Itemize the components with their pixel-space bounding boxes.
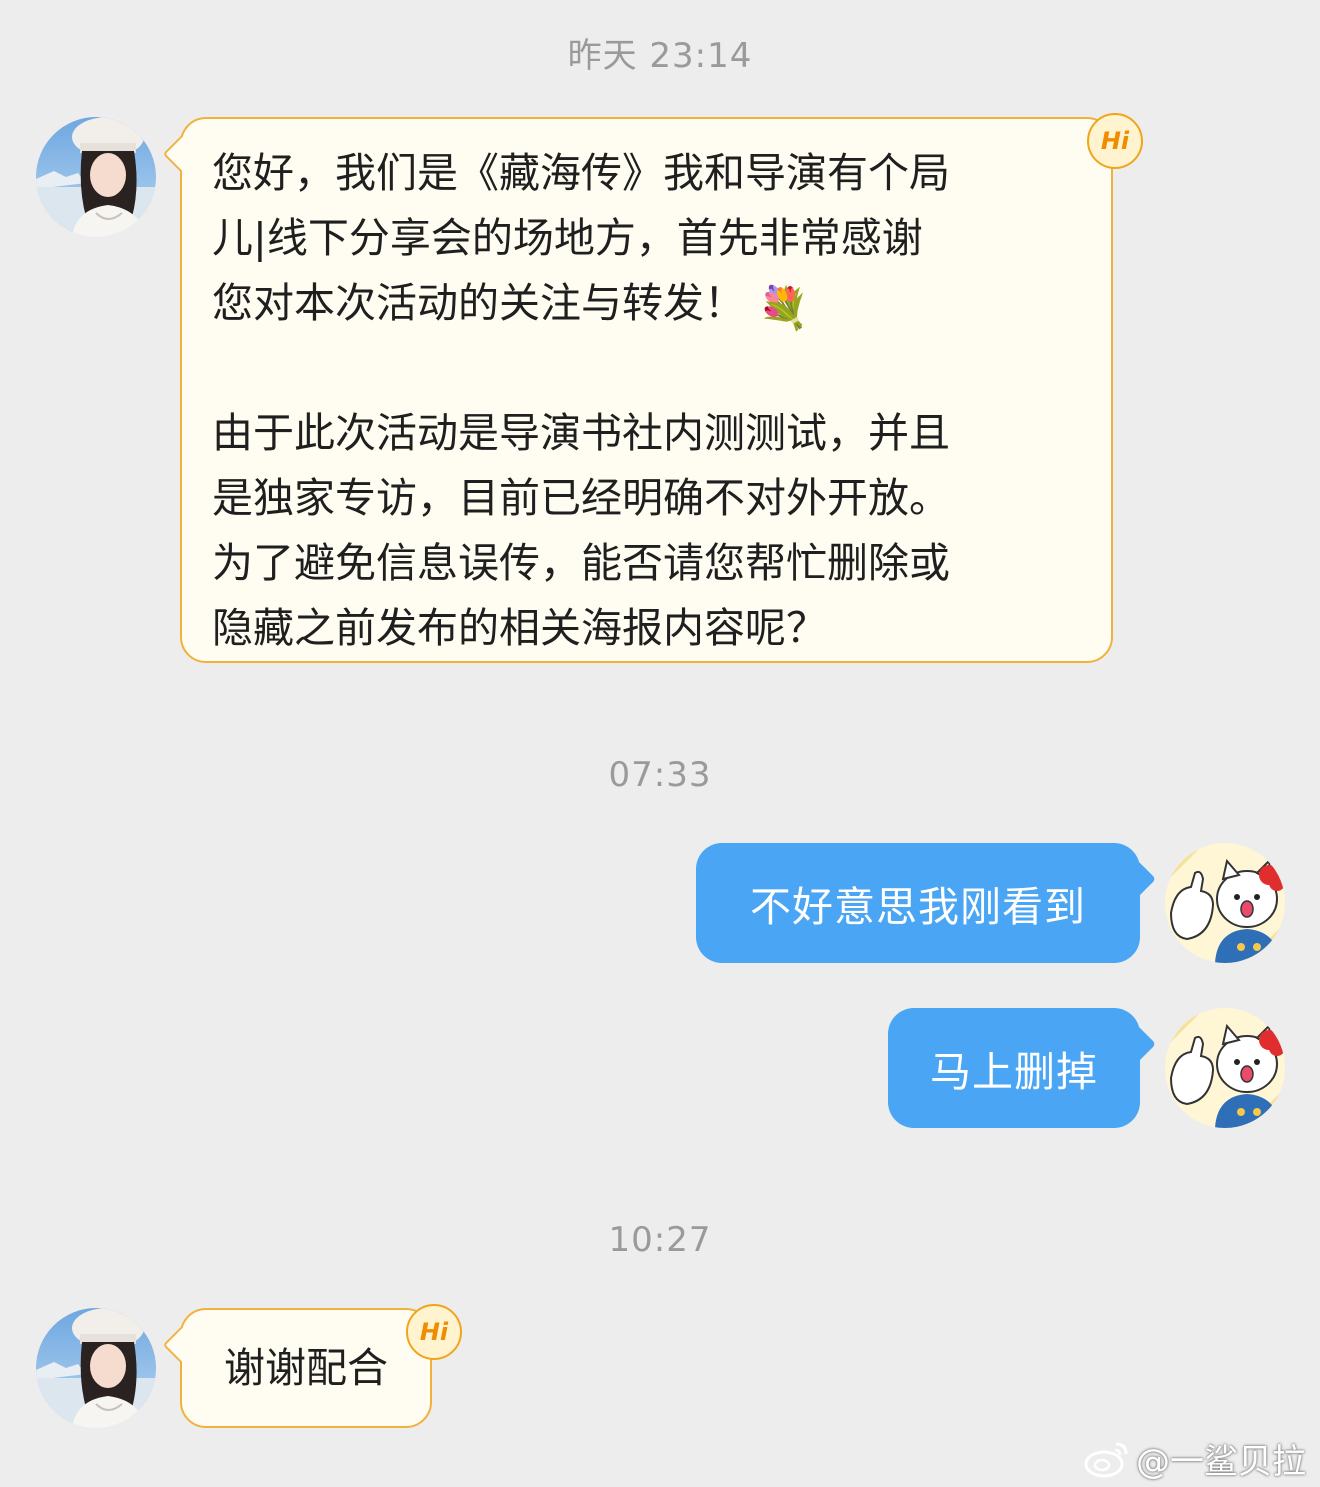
weibo-logo-icon — [1084, 1442, 1128, 1477]
my-avatar[interactable] — [1165, 843, 1285, 963]
user-avatar-photo — [36, 1308, 156, 1428]
watermark-text: @一鲨贝拉 — [1136, 1442, 1306, 1482]
message-line: 儿|线下分享会的场地方，首先非常感谢 — [212, 214, 923, 262]
incoming-message-bubble[interactable]: 您好，我们是《藏海传》我和导演有个局 儿|线下分享会的场地方，首先非常感谢 您对… — [162, 117, 1113, 663]
outgoing-message-bubble[interactable]: 不好意思我刚看到 — [696, 843, 1156, 963]
cartoon-cat-avatar — [1165, 1008, 1285, 1128]
message-line: 由于此次活动是导演书社内测测试，并且 — [212, 409, 950, 457]
my-avatar[interactable] — [1165, 1008, 1285, 1128]
bubble-tail — [1122, 862, 1156, 896]
message-text: 谢谢配合 — [224, 1343, 388, 1392]
outgoing-message-bubble[interactable]: 马上删掉 — [888, 1008, 1156, 1128]
contact-avatar[interactable] — [36, 1308, 156, 1428]
bubble-tail — [1122, 1027, 1156, 1061]
contact-avatar[interactable] — [36, 117, 156, 237]
message-line: 您对本次活动的关注与转发！ 💐 — [212, 271, 1081, 336]
weibo-watermark: @一鲨贝拉 — [1084, 1434, 1306, 1483]
hi-badge-icon: Hi — [406, 1304, 462, 1360]
message-line: 为了避免信息误传，能否请您帮忙删除或 — [212, 539, 950, 587]
message-line: 您好，我们是《藏海传》我和导演有个局 — [212, 149, 950, 197]
message-line: 是独家专访，目前已经明确不对外开放。 — [212, 474, 950, 522]
user-avatar-photo — [36, 117, 156, 237]
hi-badge-icon: Hi — [1087, 113, 1143, 169]
bouquet-emoji-icon: 💐 — [758, 284, 810, 332]
timestamp-3: 10:27 — [608, 1220, 712, 1260]
message-text: 您对本次活动的关注与转发！ — [212, 279, 745, 327]
message-text: 不好意思我刚看到 — [750, 883, 1086, 931]
bubble-tail — [162, 1326, 200, 1364]
bubble-tail — [162, 135, 200, 173]
cartoon-cat-avatar — [1165, 843, 1285, 963]
timestamp-2: 07:33 — [608, 755, 712, 795]
message-text: 马上删掉 — [930, 1048, 1098, 1096]
message-line: 隐藏之前发布的相关海报内容呢？ — [212, 604, 827, 652]
incoming-message-bubble[interactable]: 谢谢配合 — [162, 1308, 432, 1428]
timestamp-1: 昨天 23:14 — [567, 36, 753, 76]
